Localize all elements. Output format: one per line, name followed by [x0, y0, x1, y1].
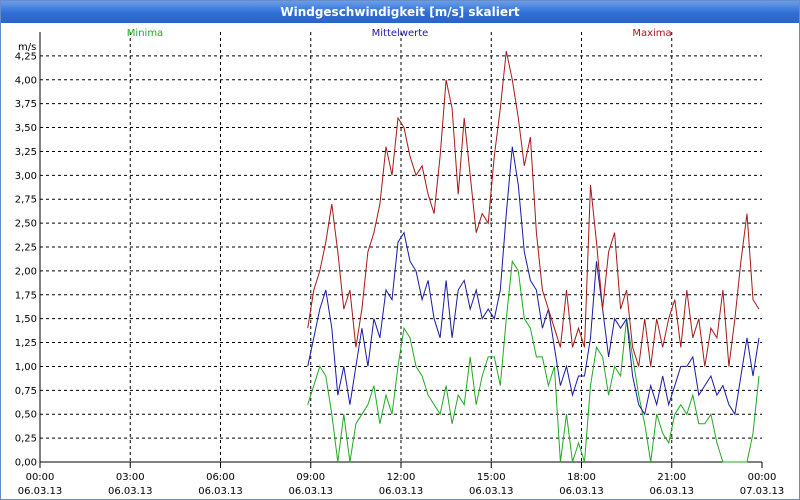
wind-speed-chart: 0,00 0,25 0,50 0,75 1,00 1,25 1,50 1,75 2,00 2,25…: [15, 28, 785, 497]
x-tick-date: 06.03.13: [379, 486, 424, 497]
x-tick-time: 06:00: [206, 472, 235, 483]
x-tick-time: 12:00: [387, 472, 416, 483]
y-axis-ticks: 0,00 0,25 0,50 0,75 1,00 1,25 1,50 1,75 2,00 2,25…: [15, 51, 37, 468]
grid: [40, 32, 762, 463]
x-tick-date: 07.03.13: [740, 486, 785, 497]
y-tick-label: 0,00: [15, 458, 37, 469]
y-tick-label: 1,50: [15, 314, 37, 325]
x-tick-time: 00:00: [748, 472, 777, 483]
x-tick-time: 00:00: [26, 472, 55, 483]
legend-entry-mittelwerte: Mittelwerte: [372, 28, 429, 39]
series-lines: [307, 50, 760, 463]
x-tick-time: 09:00: [296, 472, 325, 483]
y-tick-label: 3,25: [15, 147, 37, 158]
y-tick-label: 2,50: [15, 219, 37, 230]
y-tick-label: 2,00: [15, 266, 37, 277]
y-tick-label: 1,00: [15, 362, 37, 373]
x-tick-time: 15:00: [477, 472, 506, 483]
y-tick-label: 4,00: [15, 75, 37, 86]
x-tick-date: 06.03.13: [288, 486, 333, 497]
x-tick-time: 03:00: [116, 472, 145, 483]
x-axis-ticks: 00:00 06.03.13 03:00 06.03.13 06:00 06.03.13 0…: [18, 472, 785, 497]
legend-entry-minima: Minima: [127, 28, 163, 39]
y-tick-label: 3,75: [15, 99, 37, 110]
x-tick-time: 21:00: [657, 472, 686, 483]
y-axis-label: m/s: [18, 42, 36, 53]
y-tick-label: 0,25: [15, 434, 37, 445]
y-tick-label: 0,50: [15, 410, 37, 421]
y-tick-label: 1,75: [15, 290, 37, 301]
y-tick-label: 3,00: [15, 171, 37, 182]
x-tick-date: 06.03.13: [18, 486, 63, 497]
legend-entry-maxima: Maxima: [632, 28, 671, 39]
y-tick-label: 3,50: [15, 123, 37, 134]
y-tick-label: 2,75: [15, 195, 37, 206]
x-tick-date: 06.03.13: [108, 486, 153, 497]
x-tick-date: 06.03.13: [469, 486, 514, 497]
y-tick-label: 0,75: [15, 386, 37, 397]
x-tick-date: 06.03.13: [198, 486, 243, 497]
legend: Minima Mittelwerte Maxima: [127, 28, 672, 39]
x-tick-time: 18:00: [567, 472, 596, 483]
y-tick-label: 4,25: [15, 51, 37, 62]
y-tick-label: 2,25: [15, 243, 37, 254]
x-tick-date: 06.03.13: [559, 486, 604, 497]
series-line-minima: [307, 259, 760, 463]
y-tick-label: 1,25: [15, 338, 37, 349]
x-tick-date: 06.03.13: [649, 486, 694, 497]
